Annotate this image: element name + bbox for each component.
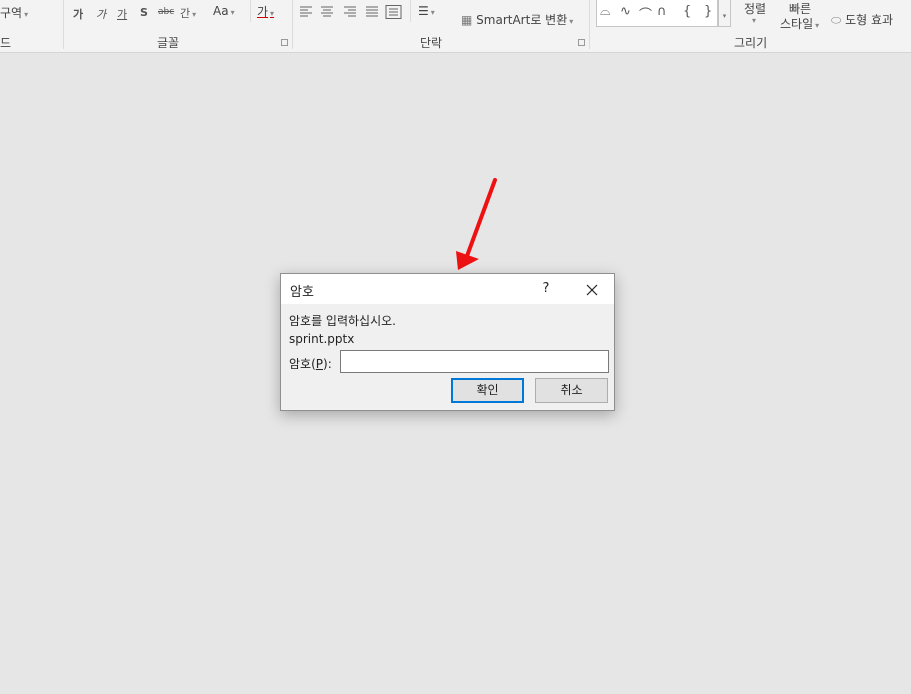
password-label-suffix: ): <box>323 357 332 371</box>
cancel-button[interactable]: 취소 <box>535 378 608 403</box>
close-button[interactable] <box>572 279 612 301</box>
password-dialog: 암호 ? 암호를 입력하십시오. sprint.pptx 암호(P): 확인 취… <box>280 273 615 411</box>
password-input[interactable] <box>340 350 609 373</box>
close-icon <box>586 284 598 296</box>
prompt-message: 암호를 입력하십시오. <box>289 314 396 328</box>
password-label-access-key: P <box>315 357 324 371</box>
ok-button[interactable]: 확인 <box>451 378 524 403</box>
file-name: sprint.pptx <box>289 332 355 346</box>
password-label: 암호(P): <box>289 355 332 372</box>
dialog-title: 암호 <box>290 285 314 300</box>
password-label-prefix: 암호( <box>289 357 316 371</box>
help-button[interactable]: ? <box>535 279 557 299</box>
dialog-titlebar[interactable]: 암호 ? <box>281 274 614 304</box>
